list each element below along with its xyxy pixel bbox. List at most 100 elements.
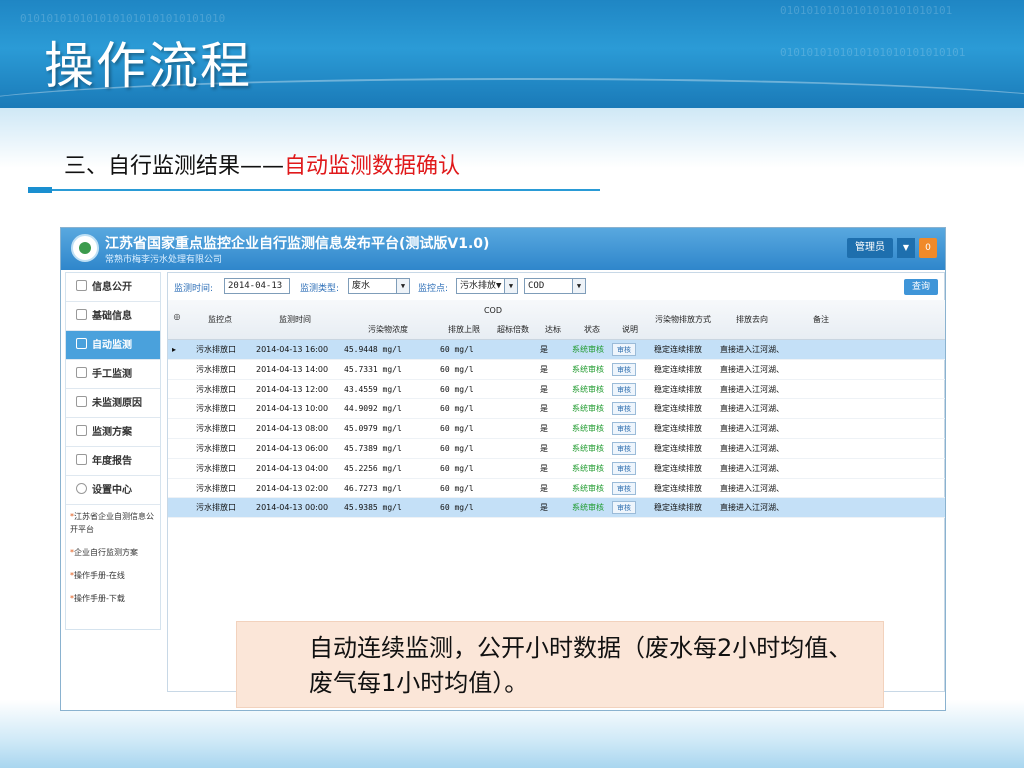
cell-concentration: 45.9448 mg/l [344, 345, 402, 354]
type-select-value: 废水 [352, 281, 371, 291]
cell-limit: 60 mg/l [440, 384, 474, 394]
cell-point: 污水排放口 [196, 503, 236, 513]
chevron-down-icon[interactable]: ▼ [897, 238, 915, 258]
sidebar-item-auto-monitor[interactable]: 自动监测 [66, 331, 160, 360]
review-button[interactable]: 审核 [612, 441, 636, 455]
cell-limit: 60 mg/l [440, 345, 474, 354]
row-indicator-icon[interactable] [172, 439, 184, 459]
cell-status: 系统审核 [572, 384, 604, 394]
header-method: 污染物排放方式 [655, 315, 711, 324]
sidebar-link-manual-download[interactable]: *操作手册-下载 [66, 587, 160, 610]
table-row[interactable]: 污水排放口 2014-04-13 00:00 45.9385 mg/l 60 mg/l… [168, 498, 945, 519]
table-row[interactable]: 污水排放口 2014-04-13 02:00 46.7273 mg/l 60 mg/l… [168, 479, 945, 499]
grid-header: ◎ 监控点 监测时间 COD 污染物浓度 排放上限 超标倍数 达标 状态 说明 … [168, 300, 945, 340]
cell-concentration: 45.7389 mg/l [344, 443, 402, 453]
cell-limit: 60 mg/l [440, 443, 474, 453]
binary-decoration: 01010101010101010101010101 [780, 4, 953, 17]
admin-button[interactable]: 管理员 [847, 238, 893, 258]
app-org-name: 常熟市梅李污水处理有限公司 [105, 255, 223, 265]
notification-badge[interactable]: 0 [919, 238, 937, 258]
date-input[interactable]: 2014-04-13 [224, 278, 290, 294]
row-indicator-icon[interactable] [172, 479, 184, 499]
cell-method: 稳定连续排放 [654, 404, 702, 414]
cell-point: 污水排放口 [196, 443, 236, 453]
table-row[interactable]: 污水排放口 2014-04-13 10:00 44.9092 mg/l 60 mg/l… [168, 399, 945, 420]
sidebar-item-basic-info[interactable]: 基础信息 [66, 302, 160, 331]
sidebar-item-monitor-plan[interactable]: 监测方案 [66, 418, 160, 447]
table-row[interactable]: 污水排放口 2014-04-13 14:00 45.7331 mg/l 60 mg/l… [168, 360, 945, 380]
sidebar-link-label: 企业自行监测方案 [74, 548, 138, 557]
row-indicator-icon[interactable] [172, 419, 184, 439]
gear-icon[interactable]: ◎ [170, 312, 184, 321]
chevron-down-icon[interactable]: ▼ [396, 279, 409, 293]
review-button[interactable]: 审核 [612, 501, 636, 515]
cell-time: 2014-04-13 06:00 [256, 443, 329, 453]
cell-destination: 直接进入江河湖、 [720, 443, 784, 453]
chevron-down-icon[interactable]: ▼ [572, 279, 585, 293]
cell-destination: 直接进入江河湖、 [720, 384, 784, 394]
point-select-value: 污水排放▼ [460, 281, 502, 291]
sidebar-link-manual-online[interactable]: *操作手册-在线 [66, 564, 160, 587]
header-standard: 达标 [545, 325, 561, 334]
review-button[interactable]: 审核 [612, 362, 636, 376]
row-indicator-icon[interactable] [172, 360, 184, 380]
sidebar-item-unmonitored-reason[interactable]: 未监测原因 [66, 389, 160, 418]
row-indicator-icon[interactable] [172, 380, 184, 400]
header-over: 超标倍数 [497, 325, 529, 334]
review-cell: 审核 [612, 340, 646, 360]
query-button[interactable]: 查询 [904, 279, 938, 295]
cell-status: 系统审核 [572, 483, 604, 493]
binary-decoration: 0101010101010101010101010101 [780, 46, 966, 59]
cell-method: 稳定连续排放 [654, 463, 702, 473]
cell-destination: 直接进入江河湖、 [720, 483, 784, 493]
review-button[interactable]: 审核 [612, 343, 636, 356]
sidebar-item-annual-report[interactable]: 年度报告 [66, 447, 160, 476]
row-indicator-icon[interactable] [172, 399, 184, 419]
sidebar-item-label: 信息公开 [92, 282, 132, 293]
sidebar-link-label: 操作手册-下载 [74, 594, 125, 603]
review-button[interactable]: 审核 [612, 422, 636, 436]
cell-limit: 60 mg/l [440, 463, 474, 473]
cell-limit: 60 mg/l [440, 503, 474, 513]
review-button[interactable]: 审核 [612, 382, 636, 396]
cell-point: 污水排放口 [196, 404, 236, 414]
table-row[interactable]: 污水排放口 2014-04-13 08:00 45.0979 mg/l 60 mg/l… [168, 419, 945, 439]
cell-standard: 是 [540, 483, 548, 493]
review-button[interactable]: 审核 [612, 402, 636, 416]
review-button[interactable]: 审核 [612, 461, 636, 475]
sidebar-item-settings[interactable]: 设置中心 [66, 476, 160, 505]
cell-point: 污水排放口 [196, 384, 236, 394]
grid-body: ▸ 污水排放口 2014-04-13 16:00 45.9448 mg/l 60 mg/… [168, 340, 945, 519]
point-select[interactable]: 污水排放▼ ▼ [456, 278, 518, 294]
row-indicator-icon[interactable]: ▸ [172, 340, 184, 360]
sidebar-link-label: 操作手册-在线 [74, 571, 125, 580]
cell-standard: 是 [540, 463, 548, 473]
row-indicator-icon[interactable] [172, 498, 184, 518]
table-row[interactable]: 污水排放口 2014-04-13 06:00 45.7389 mg/l 60 mg/l… [168, 439, 945, 459]
cell-status: 系统审核 [572, 463, 604, 473]
header-remark: 备注 [813, 315, 829, 324]
callout-box: 自动连续监测，公开小时数据（废水每2小时均值、废气每1小时均值）。 [236, 621, 884, 708]
pollutant-select[interactable]: COD ▼ [524, 278, 586, 294]
row-indicator-icon[interactable] [172, 459, 184, 479]
type-select[interactable]: 废水 ▼ [348, 278, 410, 294]
chevron-down-icon[interactable]: ▼ [504, 279, 517, 293]
sidebar-link-platform[interactable]: *江苏省企业自测信息公开平台 [66, 505, 160, 541]
table-row[interactable]: 污水排放口 2014-04-13 04:00 45.2256 mg/l 60 mg/l… [168, 459, 945, 479]
table-row[interactable]: ▸ 污水排放口 2014-04-13 16:00 45.9448 mg/l 60 mg/… [168, 340, 945, 360]
cell-status: 系统审核 [572, 443, 604, 453]
data-grid: ◎ 监控点 监测时间 COD 污染物浓度 排放上限 超标倍数 达标 状态 说明 … [168, 300, 945, 519]
sidebar-item-manual-monitor[interactable]: 手工监测 [66, 360, 160, 389]
sidebar-link-plan[interactable]: *企业自行监测方案 [66, 541, 160, 564]
cell-method: 稳定连续排放 [654, 443, 702, 453]
subtitle-prefix: 三、自行监测结果—— [64, 154, 285, 179]
header-concentration: 污染物浓度 [368, 325, 408, 334]
cell-standard: 是 [540, 345, 548, 354]
cell-point: 污水排放口 [196, 424, 236, 434]
cell-destination: 直接进入江河湖、 [720, 404, 784, 414]
sidebar-item-label: 手工监测 [92, 369, 132, 380]
sidebar-item-info-public[interactable]: 信息公开 [66, 273, 160, 302]
type-label: 监测类型: [300, 284, 340, 294]
review-button[interactable]: 审核 [612, 481, 636, 495]
table-row[interactable]: 污水排放口 2014-04-13 12:00 43.4559 mg/l 60 mg/l… [168, 380, 945, 400]
